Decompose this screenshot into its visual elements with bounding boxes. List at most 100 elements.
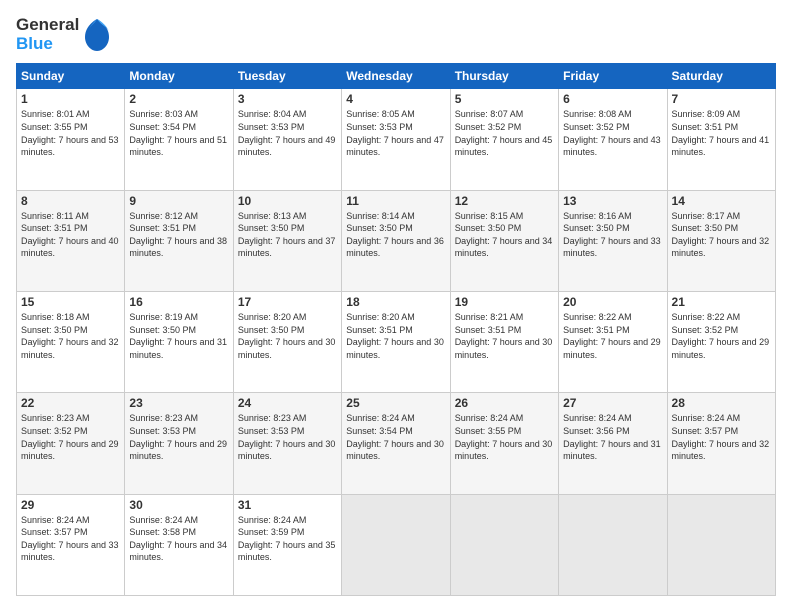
day-info: Sunrise: 8:19 AMSunset: 3:50 PMDaylight:…: [129, 311, 228, 361]
header-saturday: Saturday: [667, 64, 775, 89]
day-number: 18: [346, 295, 445, 309]
calendar-header-row: SundayMondayTuesdayWednesdayThursdayFrid…: [17, 64, 776, 89]
day-info: Sunrise: 8:20 AMSunset: 3:50 PMDaylight:…: [238, 311, 337, 361]
day-info: Sunrise: 8:24 AMSunset: 3:57 PMDaylight:…: [21, 514, 120, 564]
calendar-cell: 28 Sunrise: 8:24 AMSunset: 3:57 PMDayligh…: [667, 393, 775, 494]
day-info: Sunrise: 8:24 AMSunset: 3:55 PMDaylight:…: [455, 412, 554, 462]
day-number: 8: [21, 194, 120, 208]
day-info: Sunrise: 8:12 AMSunset: 3:51 PMDaylight:…: [129, 210, 228, 260]
calendar-week-3: 15 Sunrise: 8:18 AMSunset: 3:50 PMDayligh…: [17, 292, 776, 393]
day-number: 7: [672, 92, 771, 106]
day-number: 3: [238, 92, 337, 106]
day-number: 1: [21, 92, 120, 106]
day-number: 13: [563, 194, 662, 208]
day-number: 26: [455, 396, 554, 410]
day-info: Sunrise: 8:24 AMSunset: 3:59 PMDaylight:…: [238, 514, 337, 564]
day-info: Sunrise: 8:04 AMSunset: 3:53 PMDaylight:…: [238, 108, 337, 158]
day-info: Sunrise: 8:18 AMSunset: 3:50 PMDaylight:…: [21, 311, 120, 361]
calendar-cell: [667, 494, 775, 595]
day-number: 17: [238, 295, 337, 309]
day-info: Sunrise: 8:01 AMSunset: 3:55 PMDaylight:…: [21, 108, 120, 158]
calendar-cell: 18 Sunrise: 8:20 AMSunset: 3:51 PMDayligh…: [342, 292, 450, 393]
day-info: Sunrise: 8:05 AMSunset: 3:53 PMDaylight:…: [346, 108, 445, 158]
calendar-week-2: 8 Sunrise: 8:11 AMSunset: 3:51 PMDaylight…: [17, 190, 776, 291]
day-number: 29: [21, 498, 120, 512]
day-number: 25: [346, 396, 445, 410]
day-info: Sunrise: 8:21 AMSunset: 3:51 PMDaylight:…: [455, 311, 554, 361]
day-number: 20: [563, 295, 662, 309]
day-number: 31: [238, 498, 337, 512]
day-info: Sunrise: 8:24 AMSunset: 3:57 PMDaylight:…: [672, 412, 771, 462]
calendar-cell: 4 Sunrise: 8:05 AMSunset: 3:53 PMDaylight…: [342, 89, 450, 190]
day-number: 24: [238, 396, 337, 410]
day-info: Sunrise: 8:24 AMSunset: 3:56 PMDaylight:…: [563, 412, 662, 462]
day-info: Sunrise: 8:23 AMSunset: 3:53 PMDaylight:…: [238, 412, 337, 462]
header-thursday: Thursday: [450, 64, 558, 89]
day-number: 4: [346, 92, 445, 106]
day-number: 28: [672, 396, 771, 410]
day-number: 21: [672, 295, 771, 309]
calendar-week-4: 22 Sunrise: 8:23 AMSunset: 3:52 PMDayligh…: [17, 393, 776, 494]
day-number: 14: [672, 194, 771, 208]
calendar-cell: 25 Sunrise: 8:24 AMSunset: 3:54 PMDayligh…: [342, 393, 450, 494]
day-number: 22: [21, 396, 120, 410]
day-info: Sunrise: 8:24 AMSunset: 3:54 PMDaylight:…: [346, 412, 445, 462]
day-number: 15: [21, 295, 120, 309]
day-number: 6: [563, 92, 662, 106]
header-wednesday: Wednesday: [342, 64, 450, 89]
calendar-cell: 23 Sunrise: 8:23 AMSunset: 3:53 PMDayligh…: [125, 393, 233, 494]
day-number: 30: [129, 498, 228, 512]
logo-bird-icon: [83, 17, 111, 53]
day-number: 19: [455, 295, 554, 309]
logo: General Blue: [16, 16, 111, 53]
calendar-cell: 10Sunrise: 8:13 AMSunset: 3:50 PMDayligh…: [233, 190, 341, 291]
calendar-week-5: 29 Sunrise: 8:24 AMSunset: 3:57 PMDayligh…: [17, 494, 776, 595]
calendar-cell: 21 Sunrise: 8:22 AMSunset: 3:52 PMDayligh…: [667, 292, 775, 393]
calendar-cell: 8 Sunrise: 8:11 AMSunset: 3:51 PMDaylight…: [17, 190, 125, 291]
calendar-table: SundayMondayTuesdayWednesdayThursdayFrid…: [16, 63, 776, 596]
day-info: Sunrise: 8:14 AMSunset: 3:50 PMDaylight:…: [346, 210, 445, 260]
day-info: Sunrise: 8:08 AMSunset: 3:52 PMDaylight:…: [563, 108, 662, 158]
calendar-cell: 30Sunrise: 8:24 AMSunset: 3:58 PMDayligh…: [125, 494, 233, 595]
day-info: Sunrise: 8:23 AMSunset: 3:52 PMDaylight:…: [21, 412, 120, 462]
calendar-cell: [559, 494, 667, 595]
page: General Blue SundayMondayTuesdayWednesda…: [0, 0, 792, 612]
calendar-cell: 24 Sunrise: 8:23 AMSunset: 3:53 PMDayligh…: [233, 393, 341, 494]
day-info: Sunrise: 8:15 AMSunset: 3:50 PMDaylight:…: [455, 210, 554, 260]
day-info: Sunrise: 8:20 AMSunset: 3:51 PMDaylight:…: [346, 311, 445, 361]
header: General Blue: [16, 16, 776, 53]
calendar-cell: 13 Sunrise: 8:16 AMSunset: 3:50 PMDayligh…: [559, 190, 667, 291]
calendar-cell: 1 Sunrise: 8:01 AMSunset: 3:55 PMDaylight…: [17, 89, 125, 190]
day-info: Sunrise: 8:03 AMSunset: 3:54 PMDaylight:…: [129, 108, 228, 158]
calendar-cell: 20Sunrise: 8:22 AMSunset: 3:51 PMDayligh…: [559, 292, 667, 393]
calendar-cell: 3 Sunrise: 8:04 AMSunset: 3:53 PMDaylight…: [233, 89, 341, 190]
calendar-cell: 22 Sunrise: 8:23 AMSunset: 3:52 PMDayligh…: [17, 393, 125, 494]
calendar-cell: 2Sunrise: 8:03 AMSunset: 3:54 PMDaylight…: [125, 89, 233, 190]
day-info: Sunrise: 8:17 AMSunset: 3:50 PMDaylight:…: [672, 210, 771, 260]
calendar-cell: 31 Sunrise: 8:24 AMSunset: 3:59 PMDayligh…: [233, 494, 341, 595]
calendar-cell: 19 Sunrise: 8:21 AMSunset: 3:51 PMDayligh…: [450, 292, 558, 393]
calendar-week-1: 1 Sunrise: 8:01 AMSunset: 3:55 PMDaylight…: [17, 89, 776, 190]
calendar-cell: 12 Sunrise: 8:15 AMSunset: 3:50 PMDayligh…: [450, 190, 558, 291]
day-info: Sunrise: 8:11 AMSunset: 3:51 PMDaylight:…: [21, 210, 120, 260]
day-number: 9: [129, 194, 228, 208]
calendar-cell: 14 Sunrise: 8:17 AMSunset: 3:50 PMDayligh…: [667, 190, 775, 291]
calendar-cell: [342, 494, 450, 595]
day-info: Sunrise: 8:16 AMSunset: 3:50 PMDaylight:…: [563, 210, 662, 260]
calendar-cell: 15 Sunrise: 8:18 AMSunset: 3:50 PMDayligh…: [17, 292, 125, 393]
calendar-cell: 5Sunrise: 8:07 AMSunset: 3:52 PMDaylight…: [450, 89, 558, 190]
day-number: 11: [346, 194, 445, 208]
logo-blue: Blue: [16, 35, 79, 54]
day-number: 23: [129, 396, 228, 410]
calendar-cell: 7Sunrise: 8:09 AMSunset: 3:51 PMDaylight…: [667, 89, 775, 190]
day-info: Sunrise: 8:22 AMSunset: 3:52 PMDaylight:…: [672, 311, 771, 361]
logo-general: General: [16, 16, 79, 35]
day-number: 16: [129, 295, 228, 309]
day-info: Sunrise: 8:23 AMSunset: 3:53 PMDaylight:…: [129, 412, 228, 462]
calendar-cell: 26 Sunrise: 8:24 AMSunset: 3:55 PMDayligh…: [450, 393, 558, 494]
day-number: 12: [455, 194, 554, 208]
header-sunday: Sunday: [17, 64, 125, 89]
calendar-cell: 11 Sunrise: 8:14 AMSunset: 3:50 PMDayligh…: [342, 190, 450, 291]
calendar-cell: 17 Sunrise: 8:20 AMSunset: 3:50 PMDayligh…: [233, 292, 341, 393]
header-monday: Monday: [125, 64, 233, 89]
